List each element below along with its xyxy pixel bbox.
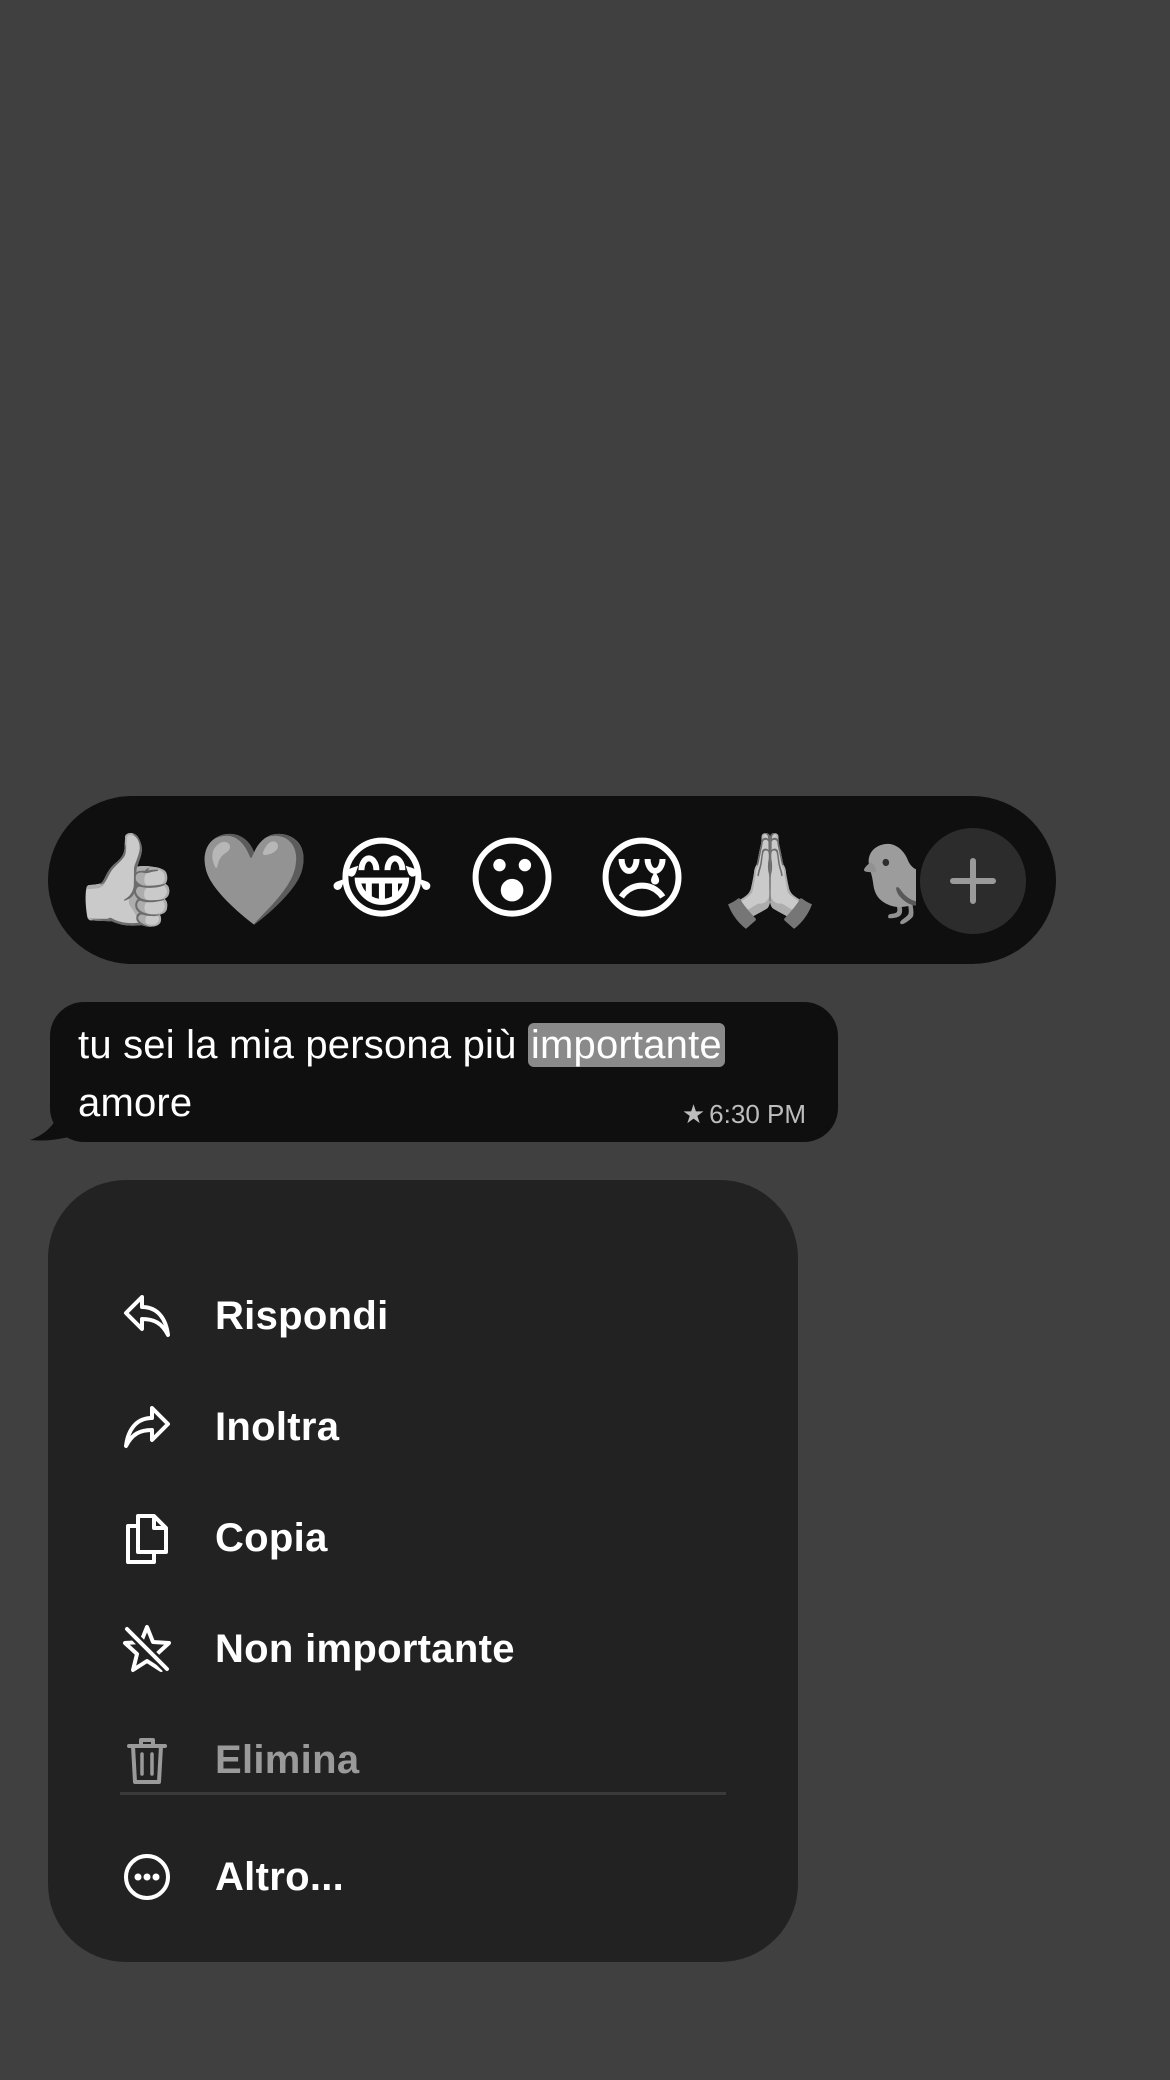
menu-label-forward: Inoltra — [215, 1404, 340, 1449]
menu-item-forward[interactable]: Inoltra — [48, 1377, 798, 1477]
menu-label-more: Altro... — [215, 1854, 345, 1899]
starred-icon: ★ — [681, 1099, 706, 1129]
reaction-bar: 👍 🩶 😂 😮 😢 🙏 🐦 — [48, 796, 1056, 964]
menu-item-reply[interactable]: Rispondi — [48, 1266, 798, 1366]
menu-item-more[interactable]: Altro... — [48, 1827, 798, 1927]
reaction-crying[interactable]: 😢 — [578, 796, 706, 964]
copy-icon — [120, 1511, 174, 1565]
menu-divider — [120, 1792, 726, 1795]
reaction-surprised[interactable]: 😮 — [448, 796, 576, 964]
menu-label-reply: Rispondi — [215, 1293, 389, 1338]
context-menu: Rispondi Inoltra Copia Non importante El… — [48, 1180, 798, 1962]
menu-label-copy: Copia — [215, 1515, 328, 1560]
trash-icon — [120, 1733, 174, 1787]
add-reaction-button[interactable] — [920, 828, 1026, 934]
menu-item-delete[interactable]: Elimina — [48, 1710, 798, 1810]
menu-item-copy[interactable]: Copia — [48, 1488, 798, 1588]
more-icon — [120, 1850, 174, 1904]
message-text-after: amore — [78, 1081, 193, 1125]
reaction-tears-of-joy[interactable]: 😂 — [318, 796, 446, 964]
message-time: 6:30 PM — [709, 1099, 806, 1129]
reaction-bird[interactable]: 🐦 — [856, 796, 916, 964]
reaction-thumbs-up[interactable]: 👍 — [62, 796, 190, 964]
menu-label-unstar: Non importante — [215, 1626, 515, 1671]
menu-label-delete: Elimina — [215, 1737, 360, 1782]
menu-item-unstar[interactable]: Non importante — [48, 1599, 798, 1699]
reaction-heart[interactable]: 🩶 — [190, 796, 318, 964]
message-text-before: tu sei la mia persona più — [78, 1023, 528, 1067]
reply-icon — [120, 1289, 174, 1343]
plus-icon — [950, 858, 996, 904]
message-bubble[interactable]: tu sei la mia persona più importante amo… — [50, 1002, 838, 1142]
unstar-icon — [120, 1622, 174, 1676]
message-meta: ★ 6:30 PM — [682, 1099, 806, 1130]
forward-icon — [120, 1400, 174, 1454]
message-selected-word[interactable]: importante — [527, 1023, 725, 1067]
reaction-folded-hands[interactable]: 🙏 — [706, 796, 834, 964]
